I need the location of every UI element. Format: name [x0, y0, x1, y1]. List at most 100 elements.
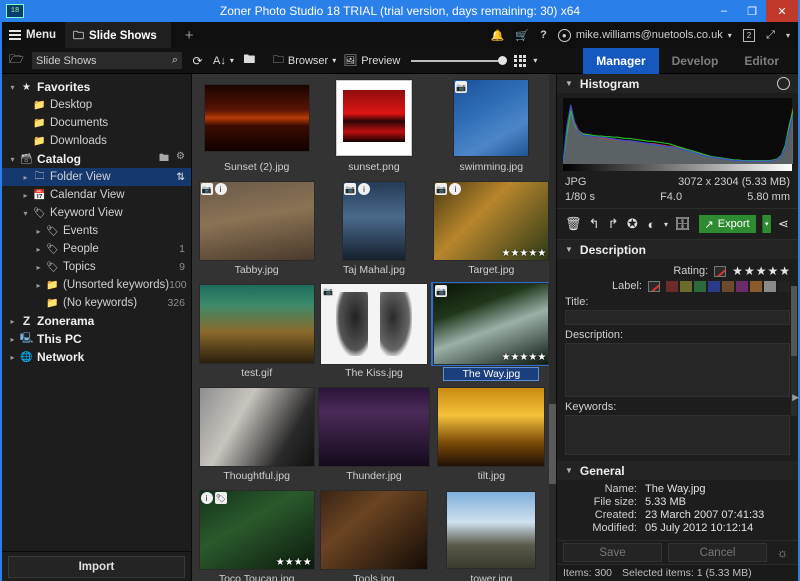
- thumbnail-item[interactable]: Thunder.jpg: [315, 387, 432, 490]
- sidebar-item-unsorted-keywords[interactable]: ▸📁(Unsorted keywords)100: [2, 276, 191, 294]
- menu-button[interactable]: Menu: [2, 22, 65, 48]
- caret-right-icon[interactable]: ▸: [32, 245, 45, 254]
- sidebar-item-folder-view[interactable]: ▸🗀Folder View⇅: [2, 168, 191, 186]
- label-swatches[interactable]: [666, 281, 790, 292]
- sidebar-item-no-keywords[interactable]: 📁(No keywords)326: [2, 294, 191, 312]
- up-folder-icon[interactable]: 🗁: [8, 52, 25, 69]
- info-badge-icon[interactable]: i: [449, 183, 461, 195]
- tag-badge-icon[interactable]: 🏷: [215, 492, 227, 504]
- caret-right-icon[interactable]: ▸: [32, 227, 45, 236]
- thumbnail-browser[interactable]: Sunset (2).jpgsunset.png📷swimming.jpg📷iT…: [192, 74, 556, 581]
- updown-icon[interactable]: ⇅: [176, 171, 185, 183]
- sort-button[interactable]: A↓ ▾: [213, 55, 234, 67]
- new-tab-button[interactable]: +: [171, 22, 208, 48]
- info-badge-icon[interactable]: i: [201, 492, 213, 504]
- general-section-header[interactable]: ▼ General: [557, 461, 798, 480]
- label-swatch[interactable]: [750, 281, 762, 292]
- bell-icon[interactable]: 🔔: [491, 29, 505, 42]
- save-button[interactable]: Save: [563, 543, 662, 562]
- search-icon[interactable]: ⌕: [172, 54, 178, 67]
- chevron-down-icon[interactable]: ▾: [786, 31, 790, 40]
- rating-star[interactable]: ★: [756, 264, 767, 278]
- tab-slide-shows[interactable]: 🗀 Slide Shows: [65, 22, 171, 48]
- label-swatch[interactable]: [680, 281, 692, 292]
- path-input[interactable]: Slide Shows ⌕: [32, 52, 182, 69]
- caret-right-icon[interactable]: ▸: [6, 317, 19, 326]
- caret-right-icon[interactable]: ▸: [19, 191, 32, 200]
- thumbnail-item[interactable]: Tools.jpg: [315, 490, 432, 581]
- rating-stars[interactable]: ★★★★★: [732, 264, 790, 278]
- cancel-button[interactable]: Cancel: [668, 543, 767, 562]
- sidebar-item-calendar-view[interactable]: ▸📅Calendar View: [2, 186, 191, 204]
- sidebar-item-favorites[interactable]: ▾★Favorites: [2, 78, 191, 96]
- sidebar-item-catalog[interactable]: ▾🗃Catalog🖿⚙: [2, 150, 191, 168]
- thumbnail-item[interactable]: 📷★★★★★The Way.jpg: [433, 284, 550, 387]
- chevron-down-icon[interactable]: ▾: [664, 220, 668, 229]
- help-icon[interactable]: ?: [540, 29, 547, 41]
- rating-star[interactable]: ★: [744, 264, 755, 278]
- camera-badge-icon[interactable]: 📷: [435, 285, 447, 297]
- trash-icon[interactable]: 🗑: [565, 216, 582, 233]
- gear-icon[interactable]: ⚙: [176, 151, 185, 168]
- caret-down-icon[interactable]: ▾: [6, 83, 19, 92]
- browser-button[interactable]: 🗀 Browser ▾: [273, 51, 336, 70]
- sidebar-item-network[interactable]: ▸🌐Network: [2, 348, 191, 366]
- caret-right-icon[interactable]: ▸: [19, 173, 32, 182]
- thumbnail-item[interactable]: i🏷★★★★Toco Toucan.jpg: [198, 490, 315, 581]
- camera-badge-icon[interactable]: 📷: [201, 183, 213, 195]
- keywords-input[interactable]: [565, 415, 790, 455]
- caret-down-icon[interactable]: ▾: [6, 155, 19, 164]
- import-button[interactable]: Import: [8, 556, 185, 578]
- thumbnail-item[interactable]: 📷iTabby.jpg: [198, 181, 315, 284]
- thumbnail-item[interactable]: 📷i★★★★★Target.jpg: [433, 181, 550, 284]
- tab-develop[interactable]: Develop: [659, 48, 732, 74]
- label-swatch[interactable]: [708, 281, 720, 292]
- label-swatch[interactable]: [722, 281, 734, 292]
- thumbnail-item[interactable]: test.gif: [198, 284, 315, 387]
- filter-icon[interactable]: ◐: [645, 216, 658, 233]
- magic-wand-icon[interactable]: ✪: [626, 216, 639, 233]
- rating-star[interactable]: ★: [779, 264, 790, 278]
- sidebar-item-documents[interactable]: 📁Documents: [2, 114, 191, 132]
- sidebar-item-keyword-view[interactable]: ▾🏷Keyword View: [2, 204, 191, 222]
- close-button[interactable]: ✕: [766, 0, 798, 22]
- export-dropdown[interactable]: ▾: [762, 215, 771, 233]
- gear-icon[interactable]: ☼: [773, 544, 792, 561]
- thumbnail-item[interactable]: Sunset (2).jpg: [198, 78, 315, 181]
- caret-right-icon[interactable]: ▸: [6, 335, 19, 344]
- zoom-slider[interactable]: [411, 56, 507, 65]
- label-clear-icon[interactable]: [648, 281, 660, 292]
- sidebar-item-zonerama[interactable]: ▸ZZonerama: [2, 312, 191, 330]
- chevron-down-icon[interactable]: ▾: [533, 56, 537, 65]
- tab-manager[interactable]: Manager: [583, 48, 658, 74]
- label-swatch[interactable]: [764, 281, 776, 292]
- label-swatch[interactable]: [666, 281, 678, 292]
- description-input[interactable]: [565, 343, 790, 397]
- rotate-left-icon[interactable]: ↰: [588, 216, 601, 233]
- camera-badge-icon[interactable]: 📷: [455, 81, 467, 93]
- camera-badge-icon[interactable]: 📷: [344, 183, 356, 195]
- thumbnail-item[interactable]: Thoughtful.jpg: [198, 387, 315, 490]
- refresh-icon[interactable]: ⟳: [189, 52, 206, 69]
- expand-icon[interactable]: ⤢: [766, 29, 775, 42]
- share-icon[interactable]: ⋖: [777, 216, 790, 233]
- export-button[interactable]: ↗ Export: [699, 215, 756, 233]
- grid-view-icon[interactable]: [514, 55, 526, 67]
- new-folder-icon[interactable]: 🖿: [241, 52, 258, 69]
- add-folder-icon[interactable]: 🖿: [159, 151, 169, 168]
- circle-icon[interactable]: [777, 77, 790, 90]
- sidebar-item-people[interactable]: ▸🏷People1: [2, 240, 191, 258]
- rating-star[interactable]: ★: [767, 264, 778, 278]
- sidebar-item-events[interactable]: ▸🏷Events: [2, 222, 191, 240]
- caret-right-icon[interactable]: ▸: [6, 353, 19, 362]
- batch-icon[interactable]: 🗄: [674, 216, 691, 233]
- sidebar-item-topics[interactable]: ▸🏷Topics9: [2, 258, 191, 276]
- description-section-header[interactable]: ▼ Description: [557, 240, 798, 259]
- caret-right-icon[interactable]: ▸: [32, 263, 45, 272]
- sidebar-item-desktop[interactable]: 📁Desktop: [2, 96, 191, 114]
- screen-icon[interactable]: 2: [743, 29, 755, 42]
- info-badge-icon[interactable]: i: [215, 183, 227, 195]
- label-swatch[interactable]: [694, 281, 706, 292]
- tab-editor[interactable]: Editor: [731, 48, 792, 74]
- camera-badge-icon[interactable]: 📷: [435, 183, 447, 195]
